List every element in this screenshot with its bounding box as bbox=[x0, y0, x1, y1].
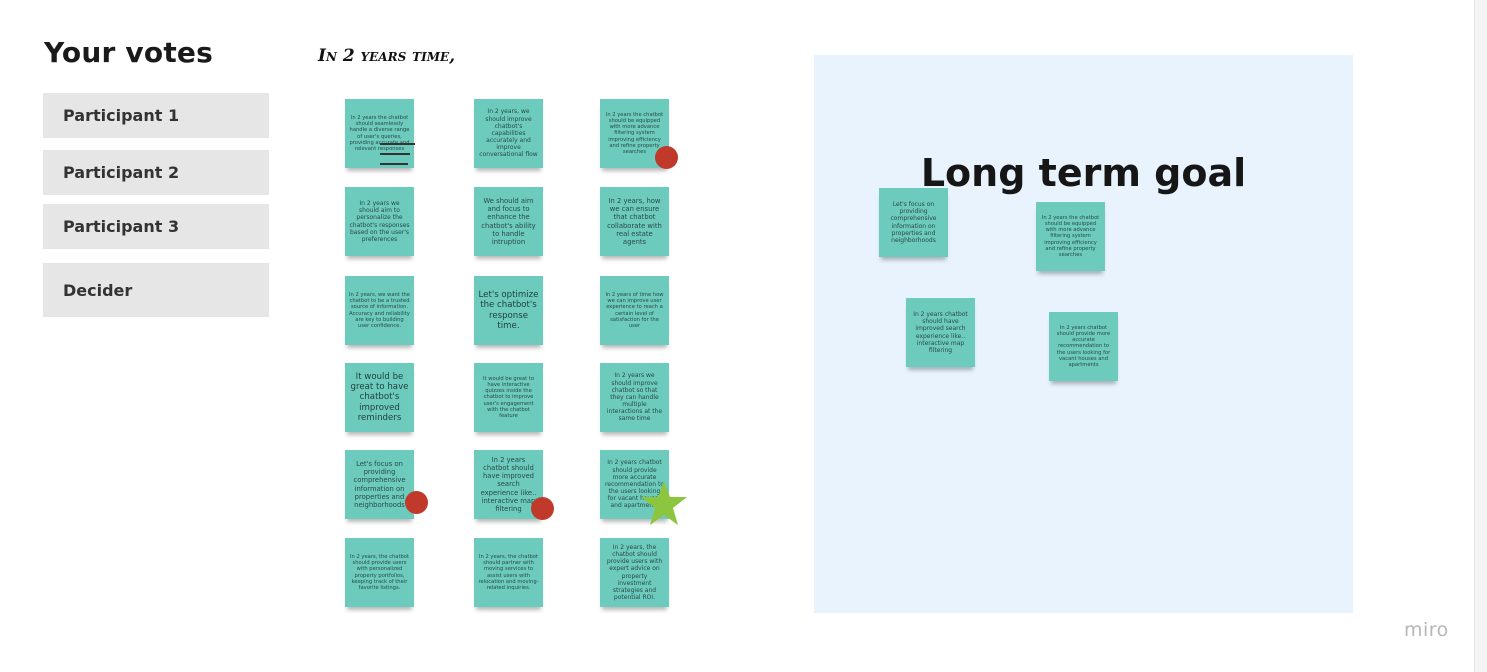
vote-dot[interactable] bbox=[655, 146, 678, 169]
star-vote-icon[interactable] bbox=[640, 480, 688, 526]
sticky-note[interactable]: It would be great to have interactive qu… bbox=[474, 363, 543, 432]
sticky-note[interactable]: In 2 years the chatbot should seamlessly… bbox=[345, 99, 414, 168]
sticky-note[interactable]: It would be great to have chatbot's impr… bbox=[345, 363, 414, 432]
sticky-note[interactable]: Let's optimize the chatbot's response ti… bbox=[474, 276, 543, 345]
decider-button[interactable]: Decider bbox=[43, 263, 269, 317]
sticky-note[interactable]: In 2 years, we should improve chatbot's … bbox=[474, 99, 543, 168]
sticky-note[interactable]: In 2 years of time how we can improve us… bbox=[600, 276, 669, 345]
participant-2-button[interactable]: Participant 2 bbox=[43, 150, 269, 195]
vote-dot[interactable] bbox=[405, 491, 428, 514]
pen-stroke bbox=[380, 163, 408, 165]
goal-sticky-note[interactable]: In 2 years the chatbot should be equippe… bbox=[1036, 202, 1105, 271]
sticky-note[interactable]: In 2 years we should improve chatbot so … bbox=[600, 363, 669, 432]
participant-1-button[interactable]: Participant 1 bbox=[43, 93, 269, 138]
sticky-note[interactable]: In 2 years, the chatbot should provide u… bbox=[600, 538, 669, 607]
vote-dot[interactable] bbox=[531, 497, 554, 520]
votes-title: Your votes bbox=[44, 36, 213, 69]
sticky-note[interactable]: Let's focus on providing comprehensive i… bbox=[345, 450, 414, 519]
sticky-note[interactable]: In 2 years, we want the chatbot to be a … bbox=[345, 276, 414, 345]
sticky-note[interactable]: In 2 years, the chatbot should partner w… bbox=[474, 538, 543, 607]
pen-stroke bbox=[380, 153, 410, 155]
board-heading: In 2 years time, bbox=[318, 46, 456, 66]
goal-sticky-note[interactable]: In 2 years chatbot should provide more a… bbox=[1049, 312, 1118, 381]
goal-sticky-note[interactable]: In 2 years chatbot should have improved … bbox=[906, 298, 975, 367]
participant-3-button[interactable]: Participant 3 bbox=[43, 204, 269, 249]
miro-logo: miro bbox=[1404, 619, 1449, 641]
goal-sticky-note[interactable]: Let's focus on providing comprehensive i… bbox=[879, 188, 948, 257]
sticky-note[interactable]: In 2 years we should aim to personalize … bbox=[345, 187, 414, 256]
pen-stroke bbox=[380, 143, 415, 145]
canvas-right-edge bbox=[1474, 0, 1487, 672]
sticky-note[interactable]: In 2 years, the chatbot should provide u… bbox=[345, 538, 414, 607]
sticky-note[interactable]: In 2 years, how we can ensure that chatb… bbox=[600, 187, 669, 256]
sticky-note[interactable]: We should aim and focus to enhance the c… bbox=[474, 187, 543, 256]
